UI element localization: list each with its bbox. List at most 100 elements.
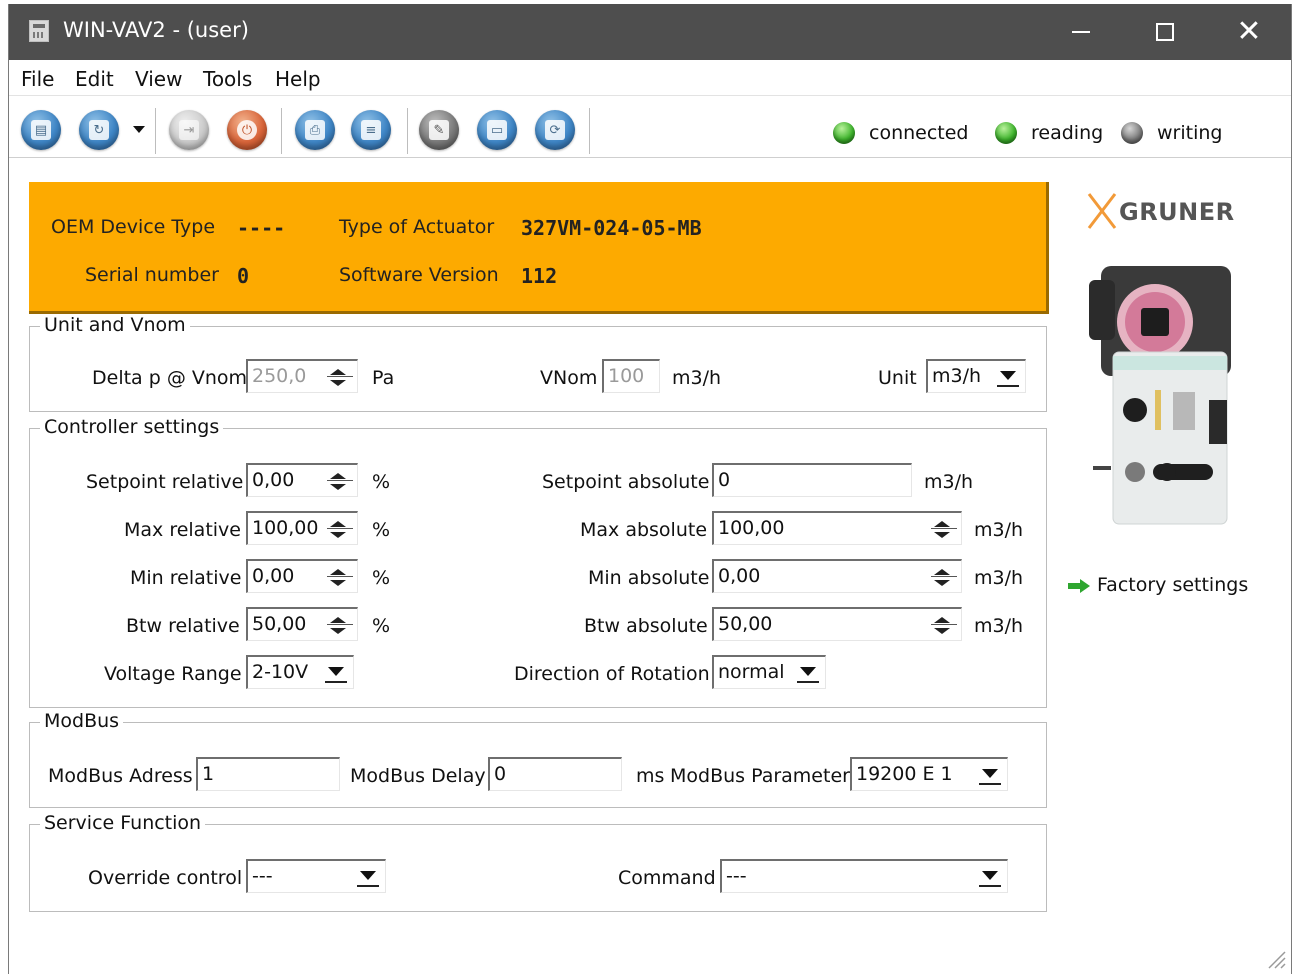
spin-arrows-icon[interactable] bbox=[931, 515, 957, 543]
edit-button[interactable]: ✎ bbox=[419, 110, 459, 150]
min-absolute-label: Min absolute bbox=[588, 567, 710, 589]
unit-vnom-legend: Unit and Vnom bbox=[40, 314, 190, 336]
vnom-label: VNom bbox=[540, 367, 598, 389]
gruner-logo: GRUNER bbox=[1085, 190, 1245, 236]
voltage-range-select[interactable]: 2-10V bbox=[246, 655, 354, 689]
service-function-legend: Service Function bbox=[40, 812, 206, 834]
modbus-delay-field[interactable]: 0 bbox=[488, 757, 622, 791]
chevron-down-icon[interactable] bbox=[979, 765, 1001, 785]
chevron-down-icon[interactable] bbox=[357, 867, 379, 887]
modbus-address-value: 1 bbox=[202, 763, 215, 785]
modbus-legend: ModBus bbox=[40, 710, 124, 732]
maximize-icon bbox=[1156, 23, 1174, 41]
setpoint-relative-spinbox[interactable]: 0,00 bbox=[246, 463, 358, 497]
btw-relative-spinbox[interactable]: 50,00 bbox=[246, 607, 358, 641]
max-absolute-value: 100,00 bbox=[718, 517, 785, 539]
toolbar: ▤ ↻ ⇥ ⏻ ⎙ ≡ ✎ ▭ ⟳ connected reading writ… bbox=[9, 96, 1291, 158]
chevron-down-icon[interactable] bbox=[133, 126, 145, 133]
override-control-select[interactable]: --- bbox=[246, 859, 386, 893]
chevron-down-icon[interactable] bbox=[797, 663, 819, 683]
setpoint-absolute-label: Setpoint absolute bbox=[542, 471, 710, 493]
max-absolute-spinbox[interactable]: 100,00 bbox=[712, 511, 962, 545]
min-relative-label: Min relative bbox=[130, 567, 242, 589]
btw-relative-label: Btw relative bbox=[126, 615, 240, 637]
override-control-value: --- bbox=[252, 865, 273, 887]
max-relative-spinbox[interactable]: 100,00 bbox=[246, 511, 358, 545]
power-icon: ⏻ bbox=[237, 120, 257, 140]
vnom-value: 100 bbox=[608, 365, 645, 387]
open-button[interactable]: ▭ bbox=[477, 110, 517, 150]
disconnect-button[interactable]: ⇥ bbox=[169, 110, 209, 150]
spin-arrows-icon[interactable] bbox=[327, 363, 353, 391]
oem-device-type-value: ---- bbox=[237, 216, 286, 240]
read-device-icon: ↻ bbox=[89, 120, 109, 140]
percent-unit: % bbox=[372, 615, 391, 637]
max-relative-label: Max relative bbox=[124, 519, 241, 541]
direction-of-rotation-value: normal bbox=[718, 661, 785, 683]
command-label: Command bbox=[618, 867, 716, 889]
refresh-icon: ⟳ bbox=[545, 120, 565, 140]
spin-arrows-icon[interactable] bbox=[327, 563, 353, 591]
factory-settings-link[interactable]: Factory settings bbox=[1067, 574, 1248, 596]
document-icon: ≡ bbox=[361, 120, 381, 140]
resize-grip-icon[interactable] bbox=[1265, 948, 1287, 970]
app-icon bbox=[29, 20, 49, 42]
modbus-address-field[interactable]: 1 bbox=[196, 757, 340, 791]
power-button[interactable]: ⏻ bbox=[227, 110, 267, 150]
document-button[interactable]: ≡ bbox=[351, 110, 391, 150]
writing-status-icon bbox=[1121, 122, 1143, 144]
direction-of-rotation-select[interactable]: normal bbox=[712, 655, 826, 689]
serial-number-label: Serial number bbox=[85, 264, 219, 286]
unit-select[interactable]: m3/h bbox=[926, 359, 1026, 393]
min-absolute-spinbox[interactable]: 0,00 bbox=[712, 559, 962, 593]
percent-unit: % bbox=[372, 519, 391, 541]
read-device-button[interactable]: ↻ bbox=[79, 110, 119, 150]
delta-p-value: 250,0 bbox=[252, 365, 307, 387]
vnom-field[interactable]: 100 bbox=[602, 359, 660, 393]
actuator-device-image bbox=[1089, 266, 1231, 525]
spin-arrows-icon[interactable] bbox=[931, 611, 957, 639]
print-icon: ⎙ bbox=[305, 120, 325, 140]
chevron-down-icon[interactable] bbox=[979, 867, 1001, 887]
print-button[interactable]: ⎙ bbox=[295, 110, 335, 150]
spin-arrows-icon[interactable] bbox=[327, 515, 353, 543]
btw-absolute-unit: m3/h bbox=[974, 615, 1024, 637]
command-select[interactable]: --- bbox=[720, 859, 1008, 893]
menu-view[interactable]: View bbox=[135, 67, 182, 91]
menu-tools[interactable]: Tools bbox=[203, 67, 252, 91]
unit-select-value: m3/h bbox=[932, 365, 982, 387]
menu-edit[interactable]: Edit bbox=[75, 67, 114, 91]
min-absolute-value: 0,00 bbox=[718, 565, 761, 587]
btw-relative-value: 50,00 bbox=[252, 613, 307, 635]
setpoint-relative-value: 0,00 bbox=[252, 469, 295, 491]
title-bar[interactable]: WIN-VAV2 - (user) ✕ bbox=[9, 4, 1291, 60]
refresh-button[interactable]: ⟳ bbox=[535, 110, 575, 150]
spin-arrows-icon[interactable] bbox=[327, 467, 353, 495]
modbus-delay-label: ModBus Delay bbox=[350, 765, 486, 787]
delta-p-spinbox[interactable]: 250,0 bbox=[246, 359, 358, 393]
connected-status-icon bbox=[833, 122, 855, 144]
min-relative-spinbox[interactable]: 0,00 bbox=[246, 559, 358, 593]
unit-vnom-group: Unit and Vnom Delta p @ Vnom 250,0 Pa VN… bbox=[29, 314, 1047, 412]
reading-status-label: reading bbox=[1031, 122, 1104, 144]
minimize-button[interactable] bbox=[1039, 4, 1123, 60]
spin-arrows-icon[interactable] bbox=[327, 611, 353, 639]
modbus-parameter-select[interactable]: 19200 E 1 bbox=[850, 757, 1008, 791]
arrow-right-icon bbox=[1068, 578, 1090, 593]
setpoint-relative-label: Setpoint relative bbox=[86, 471, 244, 493]
chevron-down-icon[interactable] bbox=[997, 367, 1019, 387]
chevron-down-icon[interactable] bbox=[325, 663, 347, 683]
connected-status-label: connected bbox=[869, 122, 969, 144]
database-button[interactable]: ▤ bbox=[21, 110, 61, 150]
modbus-parameter-label: ModBus Parameter bbox=[670, 765, 850, 787]
setpoint-absolute-value: 0 bbox=[718, 469, 731, 491]
close-button[interactable]: ✕ bbox=[1207, 4, 1291, 60]
menu-help[interactable]: Help bbox=[275, 67, 321, 91]
command-value: --- bbox=[726, 865, 747, 887]
modbus-parameter-value: 19200 E 1 bbox=[856, 763, 953, 785]
menu-file[interactable]: File bbox=[21, 67, 54, 91]
btw-absolute-spinbox[interactable]: 50,00 bbox=[712, 607, 962, 641]
spin-arrows-icon[interactable] bbox=[931, 563, 957, 591]
setpoint-absolute-field[interactable]: 0 bbox=[712, 463, 912, 497]
maximize-button[interactable] bbox=[1123, 4, 1207, 60]
